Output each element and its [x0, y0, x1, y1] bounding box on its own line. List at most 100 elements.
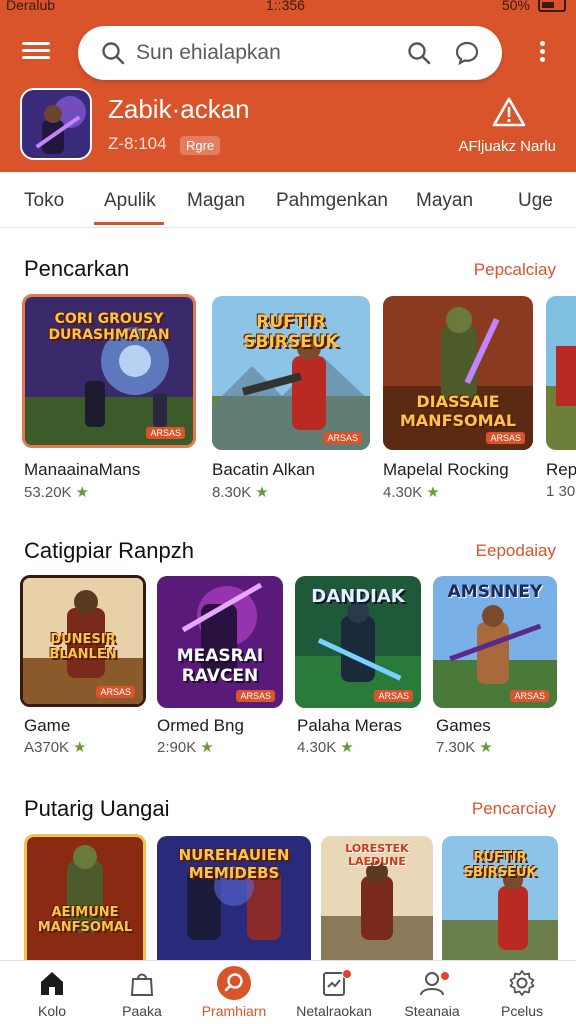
game-card[interactable]: DUNESIR BLANLEN ARSAS — [20, 575, 146, 707]
rating-value: 7.30K — [436, 739, 476, 756]
tab-magan[interactable]: Magan — [187, 190, 245, 212]
game-card-name: Rep — [546, 460, 576, 479]
game-card-rating: 7.30K ★ — [436, 738, 493, 756]
more-options-button[interactable] — [534, 38, 550, 68]
game-art-icon — [546, 296, 576, 450]
search-circle-icon — [217, 966, 251, 1000]
game-card-name: ManaainaMans — [24, 460, 141, 479]
game-card-name: Palaha Meras — [297, 716, 402, 735]
game-card-title-art: DIASSAIE MANFSOMAL — [399, 392, 517, 430]
game-card[interactable]: AEIMUNE MANFSOMAL — [24, 834, 146, 960]
star-icon: ★ — [200, 739, 214, 756]
game-card-tag: ARSAS — [96, 686, 135, 698]
game-card-tag: ARSAS — [374, 690, 413, 702]
nav-item-pramhiarn[interactable]: Pramhiarn — [186, 961, 282, 1024]
rating-value: 2:90K — [157, 739, 197, 756]
game-card-title-art: MEASRAI RAVCEN — [176, 646, 264, 686]
game-card-title-art: RUFTIR SBIRSEUK — [463, 850, 537, 880]
nav-item-paaka[interactable]: Paaka — [94, 961, 190, 1024]
game-card-name: Ormed Bng — [157, 716, 244, 735]
rating-value: 8.30K — [212, 484, 252, 501]
gear-icon — [509, 970, 535, 996]
game-card[interactable]: AMSNNEY ARSAS — [433, 576, 557, 708]
game-card-title-art: CORI GROUSY DURASHMATAN — [48, 311, 170, 343]
game-card-rating: 4.30K ★ — [297, 738, 354, 756]
nav-label: Netalraokan — [296, 1003, 372, 1019]
tab-uge[interactable]: Uge — [518, 190, 553, 212]
game-card[interactable]: MEASRAI RAVCEN ARSAS — [157, 576, 283, 708]
game-card-rating: 1 30 — [546, 483, 575, 500]
search-input[interactable] — [136, 36, 386, 70]
game-card[interactable]: CORI GROUSY DURASHMATAN ARSAS — [22, 294, 196, 448]
tab-apulik[interactable]: Apulik — [104, 190, 156, 212]
game-card-name: Game — [24, 716, 71, 735]
nav-item-steanaia[interactable]: Steanaia — [384, 961, 480, 1024]
alert-label[interactable]: AFljuakz Narlu — [458, 138, 556, 155]
bottom-navigation: Kolo Paaka Pramhiarn Netalraokan Steanai… — [0, 960, 576, 1024]
game-card-tag: ARSAS — [323, 432, 362, 444]
game-art-icon — [157, 576, 283, 708]
app-header: Deralub 1::356 50% Sun ehialapkan Zabik·… — [0, 0, 576, 172]
kebab-icon-dot — [539, 49, 545, 54]
notification-dot — [342, 969, 352, 979]
section-title: Pencarkan — [24, 256, 130, 281]
game-card-rating: 2:90K ★ — [157, 738, 214, 756]
featured-app-badge: Rgre — [180, 136, 221, 155]
active-tab-indicator — [94, 222, 164, 225]
bag-icon — [130, 973, 154, 996]
nav-item-netalraokan[interactable]: Netalraokan — [286, 961, 382, 1024]
star-icon: ★ — [479, 739, 493, 756]
game-card-title-art: AMSNNEY — [447, 582, 543, 602]
game-card[interactable]: DIASSAIE MANFSOMAL ARSAS — [383, 296, 533, 450]
tab-toko[interactable]: Toko — [24, 190, 64, 212]
warning-icon[interactable] — [492, 96, 526, 128]
kebab-icon-dot — [539, 57, 545, 62]
game-card[interactable]: RUFTIR SBIRSEUK — [442, 836, 558, 960]
game-card-title-art: LORESTEK LAEDUNE — [345, 842, 409, 868]
nav-label: Kolo — [37, 1003, 67, 1019]
game-card[interactable] — [546, 296, 576, 450]
nav-label: Paaka — [122, 1003, 162, 1019]
search-submit-icon[interactable] — [406, 40, 432, 66]
see-more-link[interactable]: Pepcalciay — [474, 260, 556, 280]
nav-item-kolo[interactable]: Kolo — [4, 961, 100, 1024]
battery-percent: 50% — [501, 0, 530, 13]
nav-label: Pramhiarn — [201, 1003, 267, 1019]
game-card-title-art: RUFTIR SBIRSEUK — [243, 312, 339, 352]
game-card-rating: 4.30K ★ — [383, 483, 440, 501]
nav-item-pcelus[interactable]: Pcelus — [474, 961, 570, 1024]
section-title: Putarig Uangai — [24, 796, 170, 821]
see-more-link[interactable]: Pencarciay — [472, 799, 556, 819]
featured-app-name: Zabik·ackan — [108, 94, 250, 124]
hamburger-icon-line — [22, 49, 50, 52]
tab-mayan[interactable]: Mayan — [416, 190, 473, 212]
game-card-rating: A370K ★ — [24, 738, 87, 756]
search-bar[interactable] — [78, 26, 502, 80]
section-title: Catigpiar Ranpzh — [24, 538, 194, 563]
category-tabs: Toko Apulik Magan Pahmgenkan Mayan Uge — [0, 172, 576, 228]
chat-bubble-icon[interactable] — [454, 40, 480, 66]
kebab-icon-dot — [539, 41, 545, 46]
game-card-tag: ARSAS — [510, 690, 549, 702]
game-card-title-art: DANDIAK — [311, 586, 405, 607]
nav-label: Steanaia — [404, 1003, 460, 1019]
rating-value: 4.30K — [297, 739, 337, 756]
search-icon — [102, 42, 125, 65]
tab-pahmgenkan[interactable]: Pahmgenkan — [276, 190, 388, 212]
clock: 1::356 — [266, 0, 305, 13]
game-card[interactable]: RUFTIR SBIRSEUK ARSAS — [212, 296, 370, 450]
nav-label: Pcelus — [500, 1003, 544, 1019]
game-card-tag: ARSAS — [236, 690, 275, 702]
game-card[interactable]: NUREHAUIEN MEMIDEBS — [157, 836, 311, 960]
star-icon: ★ — [340, 739, 354, 756]
hamburger-icon-line — [22, 56, 50, 59]
battery-icon — [538, 0, 566, 12]
game-card[interactable]: LORESTEK LAEDUNE — [321, 836, 433, 960]
rating-value: A370K — [24, 739, 70, 756]
hamburger-icon-line — [22, 42, 50, 45]
featured-app-icon[interactable] — [20, 88, 92, 160]
menu-button[interactable] — [20, 36, 56, 66]
see-more-link[interactable]: Eepodaiay — [476, 541, 556, 561]
game-card[interactable]: DANDIAK ARSAS — [295, 576, 421, 708]
game-art-icon — [22, 90, 90, 158]
